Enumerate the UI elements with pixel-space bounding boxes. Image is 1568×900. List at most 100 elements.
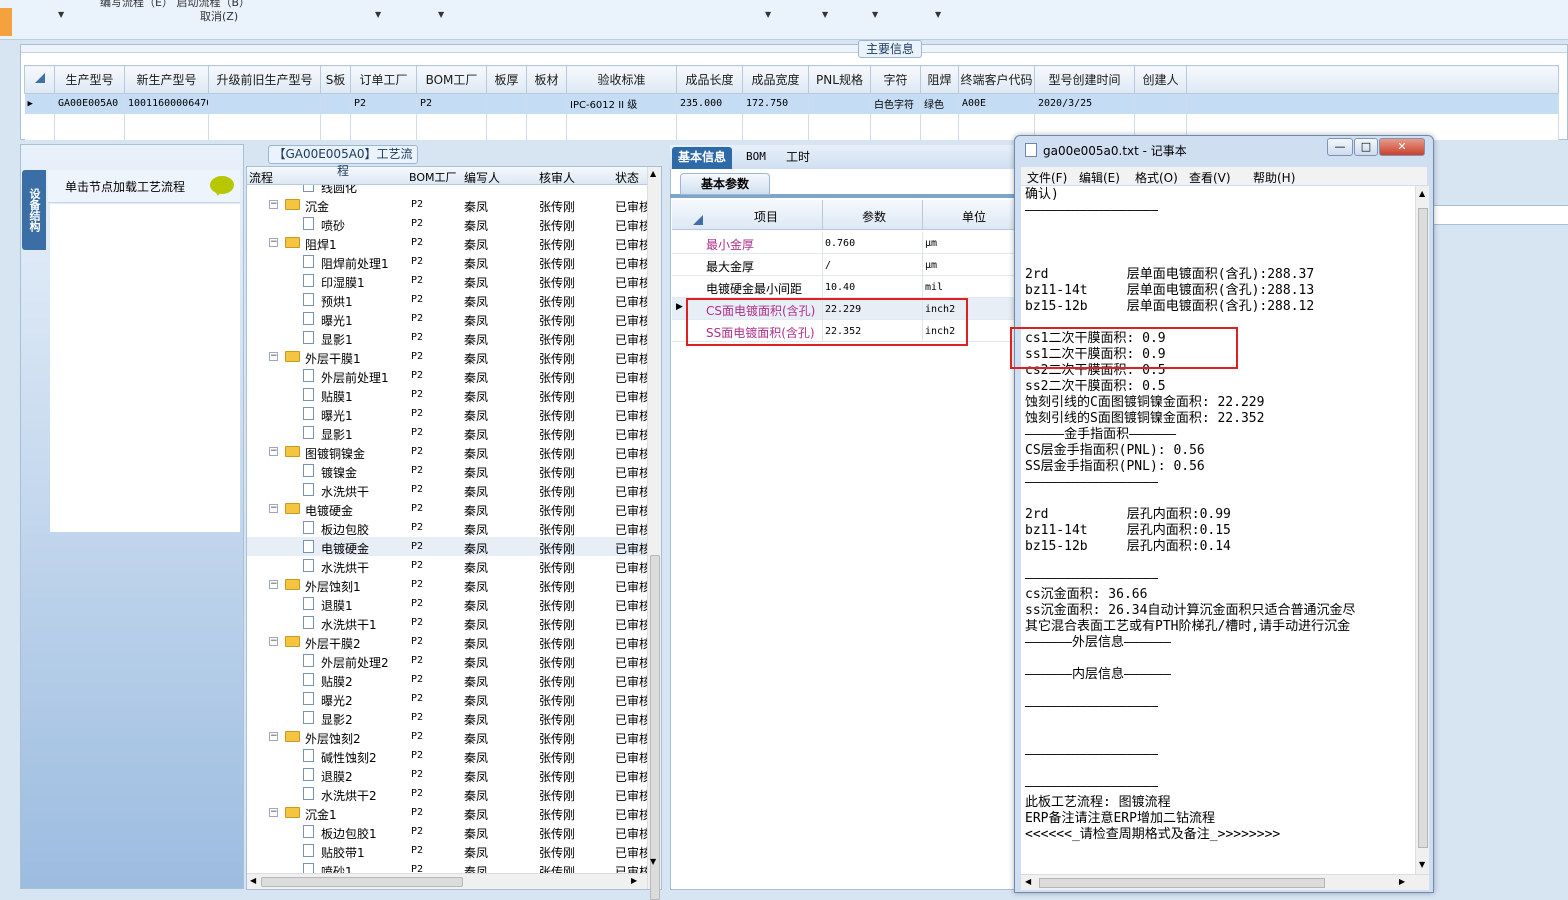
param-row[interactable]: 最小金厚 0.760 μm [672,232,1018,254]
dropdown-arrow-icon[interactable]: ▼ [375,10,381,19]
flow-row[interactable]: − 外层干膜2 P2 秦凤 张传刚 已审核 [247,632,647,651]
main-col-header[interactable]: 升级前旧生产型号 [208,65,321,94]
flow-row[interactable]: 镀镍金 P2 秦凤 张传刚 已审核 [247,461,647,480]
flow-row[interactable]: 曝光2 P2 秦凤 张传刚 已审核 [247,689,647,708]
flow-row[interactable]: 水洗烘干1 P2 秦凤 张传刚 已审核 [247,613,647,632]
flow-row[interactable]: 外层前处理2 P2 秦凤 张传刚 已审核 [247,651,647,670]
main-cell[interactable] [526,93,567,114]
flow-row[interactable]: 外层前处理1 P2 秦凤 张传刚 已审核 [247,366,647,385]
notepad-text-area[interactable]: 确认) ————————————————— 2rd 层单面电镀面积(含孔):288.… [1021,186,1415,874]
collapse-toggle-icon[interactable]: − [269,732,278,741]
scroll-right-icon[interactable]: ▶ [1399,877,1405,886]
main-col-header[interactable]: 终端客户代码 [958,65,1035,94]
tab-basic-info[interactable]: 基本信息 [672,147,733,169]
main-cell[interactable]: P2 [350,93,417,114]
main-info-label[interactable]: 主要信息 [858,40,922,58]
main-cell[interactable] [486,93,527,114]
param-value[interactable]: / [825,260,831,271]
main-cell[interactable] [808,93,871,114]
main-cell[interactable] [320,93,351,114]
col-flow[interactable]: 流程 [249,169,273,186]
main-cell[interactable] [1134,93,1187,114]
main-col-header[interactable]: 成品宽度 [742,65,809,94]
main-col-header[interactable]: 型号创建时间 [1034,65,1135,94]
main-cell[interactable]: 235.000 [676,93,743,114]
col-bom-factory[interactable]: BOM工厂 [409,169,457,185]
equipment-structure-tab[interactable]: 设备结构 [22,170,46,250]
main-cell[interactable]: A00E [958,93,1035,114]
main-cell[interactable]: P2 [416,93,487,114]
main-col-header[interactable]: 字符 [870,65,921,94]
main-cell[interactable]: 白色字符 [870,93,921,114]
scroll-down-icon[interactable]: ▼ [1419,860,1425,869]
scroll-up-icon[interactable]: ▲ [650,169,656,178]
flow-row[interactable]: 显影1 P2 秦凤 张传刚 已审核 [247,423,647,442]
flow-row[interactable]: − 电镀硬金 P2 秦凤 张传刚 已审核 [247,499,647,518]
col-status[interactable]: 状态 [615,169,639,186]
scroll-left-icon[interactable]: ◀ [1025,877,1031,886]
main-cell[interactable]: 2020/3/25 [1034,93,1135,114]
scroll-down-icon[interactable]: ▼ [650,857,656,866]
flow-row[interactable]: − 图镀铜镍金 P2 秦凤 张传刚 已审核 [247,442,647,461]
main-cell[interactable]: 绿色 [920,93,959,114]
param-value[interactable]: 0.760 [825,238,855,249]
flow-row[interactable]: 贴胶带1 P2 秦凤 张传刚 已审核 [247,841,647,860]
main-col-header[interactable]: 板厚 [486,65,527,94]
flow-row[interactable]: 退膜1 P2 秦凤 张传刚 已审核 [247,594,647,613]
flow-row[interactable]: 阻焊前处理1 P2 秦凤 张传刚 已审核 [247,252,647,271]
flow-row[interactable]: − 外层干膜1 P2 秦凤 张传刚 已审核 [247,347,647,366]
main-col-header[interactable]: S板 [320,65,351,94]
flow-row[interactable]: 贴膜1 P2 秦凤 张传刚 已审核 [247,385,647,404]
main-cell[interactable]: IPC-6012 II 级 [566,93,677,114]
flow-row[interactable]: 显影2 P2 秦凤 张传刚 已审核 [247,708,647,727]
cancel-menu-item[interactable]: 取消(Z) [200,8,238,24]
collapse-toggle-icon[interactable]: − [269,580,278,589]
flow-row[interactable]: 曝光1 P2 秦凤 张传刚 已审核 [247,309,647,328]
col-writer[interactable]: 编写人 [464,169,500,186]
flow-row[interactable]: 印湿膜1 P2 秦凤 张传刚 已审核 [247,271,647,290]
param-row[interactable]: 最大金厚 / μm [672,254,1018,276]
param-value[interactable]: 10.40 [825,282,855,293]
tab-work-hours[interactable]: 工时 [780,147,816,169]
main-col-header[interactable]: 验收标准 [566,65,677,94]
param-row[interactable]: 电镀硬金最小间距 10.40 mil [672,276,1018,298]
flow-row[interactable]: 水洗烘干 P2 秦凤 张传刚 已审核 [247,556,647,575]
flow-row[interactable]: − 阻焊1 P2 秦凤 张传刚 已审核 [247,233,647,252]
collapse-toggle-icon[interactable]: − [269,200,278,209]
flow-row[interactable]: − 外层蚀刻2 P2 秦凤 张传刚 已审核 [247,727,647,746]
notepad-menu-item[interactable]: 格式(O) [1135,169,1178,186]
flow-row[interactable]: 电镀硬金 P2 秦凤 张传刚 已审核 [247,537,647,556]
tab-basic-params[interactable]: 基本参数 [680,173,770,195]
main-col-header[interactable]: PNL规格 [808,65,871,94]
collapse-toggle-icon[interactable]: − [269,238,278,247]
col-item[interactable]: 项目 [754,208,778,225]
close-button[interactable]: ✕ [1379,138,1425,156]
main-col-header[interactable]: 新生产型号 [124,65,209,94]
col-unit[interactable]: 单位 [962,208,986,225]
flow-row[interactable]: 贴膜2 P2 秦凤 张传刚 已审核 [247,670,647,689]
flow-row[interactable]: 显影1 P2 秦凤 张传刚 已审核 [247,328,647,347]
scroll-right-icon[interactable]: ▶ [631,876,637,885]
notepad-horizontal-scrollbar[interactable]: ◀ ▶ [1021,874,1429,890]
flow-row[interactable]: 板边包胶1 P2 秦凤 张传刚 已审核 [247,822,647,841]
col-value[interactable]: 参数 [862,208,886,225]
collapse-toggle-icon[interactable]: − [269,808,278,817]
flow-row[interactable]: − 沉金 P2 秦凤 张传刚 已审核 [247,195,647,214]
flow-row[interactable]: 碱性蚀刻2 P2 秦凤 张传刚 已审核 [247,746,647,765]
scroll-thumb[interactable] [1039,878,1325,888]
tab-bom[interactable]: BOM [740,147,772,169]
collapse-toggle-icon[interactable]: − [269,504,278,513]
flow-row[interactable]: − 沉金1 P2 秦凤 张传刚 已审核 [247,803,647,822]
scroll-up-icon[interactable]: ▲ [1419,189,1425,198]
flow-horizontal-scrollbar[interactable]: ◀ ▶ [247,873,647,889]
main-cell[interactable]: 172.750 [742,93,809,114]
structure-tree-area[interactable] [50,204,240,532]
dropdown-arrow-icon[interactable]: ▼ [935,10,941,19]
main-col-header[interactable]: 生产型号 [54,65,125,94]
notepad-menu-item[interactable]: 帮助(H) [1253,169,1295,186]
main-col-header[interactable]: 创建人 [1134,65,1187,94]
main-cell[interactable]: GA00E005A0 [54,93,125,114]
maximize-button[interactable]: □ [1354,138,1378,156]
flow-row[interactable]: 水洗烘干2 P2 秦凤 张传刚 已审核 [247,784,647,803]
flow-row[interactable]: 曝光1 P2 秦凤 张传刚 已审核 [247,404,647,423]
